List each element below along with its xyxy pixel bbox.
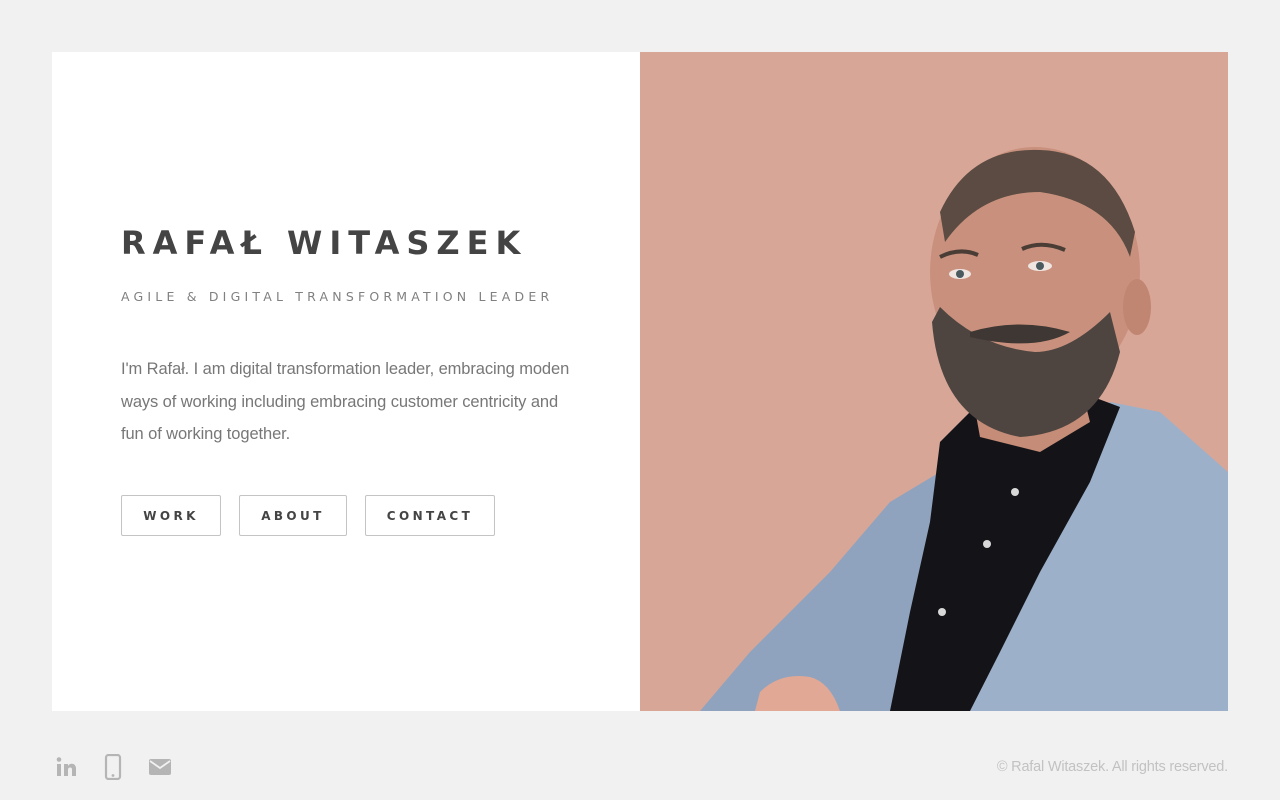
job-title: AGILE & DIGITAL TRANSFORMATION LEADER bbox=[121, 289, 554, 304]
bio-text: I'm Rafał. I am digital transformation l… bbox=[121, 360, 570, 443]
page-title: RAFAŁ WITASZEK bbox=[121, 224, 528, 262]
phone-icon[interactable] bbox=[99, 752, 127, 782]
hero-card: RAFAŁ WITASZEK AGILE & DIGITAL TRANSFORM… bbox=[52, 52, 1228, 711]
intro-panel: RAFAŁ WITASZEK AGILE & DIGITAL TRANSFORM… bbox=[52, 52, 640, 711]
work-button[interactable]: WORK bbox=[121, 495, 221, 536]
nav-buttons: WORK ABOUT CONTACT bbox=[121, 495, 513, 536]
linkedin-icon[interactable] bbox=[52, 752, 80, 782]
contact-button[interactable]: CONTACT bbox=[365, 495, 495, 536]
about-button[interactable]: ABOUT bbox=[239, 495, 347, 536]
email-icon[interactable] bbox=[146, 752, 174, 782]
profile-photo bbox=[640, 52, 1228, 711]
copyright-text: © Rafal Witaszek. All rights reserved. bbox=[996, 759, 1228, 775]
portrait-illustration bbox=[640, 52, 1228, 711]
social-links bbox=[52, 752, 193, 782]
